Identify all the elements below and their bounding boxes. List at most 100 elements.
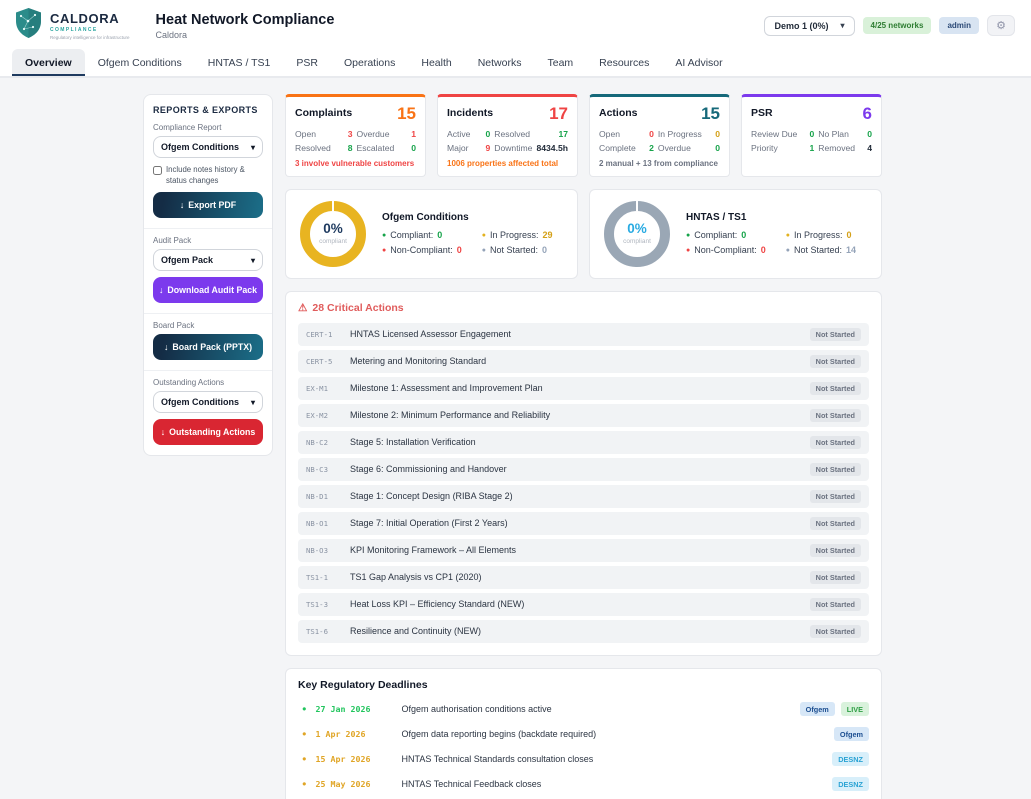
caldora-logo: CALDORA COMPLIANCE Regulatory intelligen… xyxy=(14,7,130,44)
critical-action-row: NB-O1 Stage 7: Initial Operation (First … xyxy=(298,512,869,535)
tab-operations[interactable]: Operations xyxy=(331,49,408,76)
dashboard-page: CALDORA COMPLIANCE Regulatory intelligen… xyxy=(0,0,1031,799)
outstanding-actions-label: Outstanding Actions xyxy=(153,378,263,387)
status-badge: Not Started xyxy=(810,571,861,584)
audit-pack-select-value: Ofgem Pack xyxy=(161,255,213,265)
status-badge: Not Started xyxy=(810,355,861,368)
include-notes-checkbox[interactable] xyxy=(153,166,162,175)
stat-value: 2 xyxy=(640,143,654,153)
donut-chart: 0% compliant xyxy=(300,201,366,267)
action-title: Stage 5: Installation Verification xyxy=(350,437,810,447)
regulator-badge: Ofgem xyxy=(800,702,835,716)
donut-charts-row: 0% compliant Ofgem Conditions ● Complian… xyxy=(285,189,882,279)
critical-action-row: TS1-6 Resilience and Continuity (NEW) No… xyxy=(298,620,869,643)
stat-value: 8 xyxy=(335,143,353,153)
stat-value: 1 xyxy=(801,143,814,153)
card-total: 17 xyxy=(549,105,568,122)
regulator-badge: DESNZ xyxy=(832,752,869,766)
deadline-row: ● 27 Jan 2026 Ofgem authorisation condit… xyxy=(298,697,869,722)
action-title: Metering and Monitoring Standard xyxy=(350,356,810,366)
brand-name: CALDORA xyxy=(50,12,130,25)
card-title: Actions xyxy=(599,105,638,119)
content-area: REPORTS & EXPORTS Compliance Report Ofge… xyxy=(0,78,1031,799)
outstanding-actions-button[interactable]: ↓ Outstanding Actions xyxy=(153,419,263,445)
stat-value: 9 xyxy=(474,143,490,153)
compliance-report-label: Compliance Report xyxy=(153,123,263,132)
legend-item: ● Compliant: 0 xyxy=(382,230,462,240)
status-badge: Not Started xyxy=(810,598,861,611)
donut-legend: ● Compliant: 0 ● In Progress: 0 ● xyxy=(686,230,856,255)
tab-ofgem-conditions[interactable]: Ofgem Conditions xyxy=(85,49,195,76)
main-tab-bar: Overview Ofgem Conditions HNTAS / TS1 PS… xyxy=(0,49,1031,78)
bullet-icon: ● xyxy=(482,232,486,239)
tab-hntas-ts1[interactable]: HNTAS / TS1 xyxy=(195,49,284,76)
psr-card: PSR 6 Review Due 0 No Plan 0 Priority 1 … xyxy=(741,94,882,177)
stat-label: Escalated xyxy=(357,143,395,153)
deadline-date: 1 Apr 2026 xyxy=(316,729,402,739)
action-title: KPI Monitoring Framework – All Elements xyxy=(350,545,810,555)
critical-action-row: NB-C2 Stage 5: Installation Verification… xyxy=(298,431,869,454)
tab-psr[interactable]: PSR xyxy=(283,49,331,76)
stat-label: Resolved xyxy=(295,143,331,153)
scenario-select[interactable]: Demo 1 (0%) ▾ xyxy=(764,16,854,36)
main-column: Complaints 15 Open 3 Overdue 1 Resolved … xyxy=(285,94,882,799)
audit-pack-label: Audit Pack xyxy=(153,236,263,245)
bullet-icon: ● xyxy=(686,232,690,239)
chevron-down-icon: ▾ xyxy=(251,398,255,407)
tab-networks[interactable]: Networks xyxy=(465,49,535,76)
legend-item: ● Not Started: 0 xyxy=(482,245,553,255)
scenario-select-value: Demo 1 (0%) xyxy=(774,21,828,31)
action-code: TS1-1 xyxy=(306,573,350,582)
stat-value: 0 xyxy=(801,129,814,139)
tab-resources[interactable]: Resources xyxy=(586,49,662,76)
stat-label: Complete xyxy=(599,143,636,153)
legend-item: ● Not Started: 14 xyxy=(786,245,856,255)
critical-actions-heading: 28 Critical Actions xyxy=(312,302,403,314)
networks-count-badge: 4/25 networks xyxy=(863,17,932,34)
status-badge: Not Started xyxy=(810,436,861,449)
tab-health[interactable]: Health xyxy=(408,49,464,76)
chevron-down-icon: ▾ xyxy=(251,256,255,265)
board-pack-button[interactable]: ↓ Board Pack (PPTX) xyxy=(153,334,263,360)
hntas-ts1-donut-panel: 0% compliant HNTAS / TS1 ● Compliant: 0 xyxy=(589,189,882,279)
deadline-label: HNTAS Technical Feedback closes xyxy=(402,779,827,789)
donut-legend: ● Compliant: 0 ● In Progress: 29 ● xyxy=(382,230,553,255)
tab-team[interactable]: Team xyxy=(534,49,586,76)
download-icon: ↓ xyxy=(159,285,163,295)
stat-label: Major xyxy=(447,143,470,153)
card-note: 3 involve vulnerable customers xyxy=(295,159,416,169)
tab-overview[interactable]: Overview xyxy=(12,49,85,76)
export-pdf-button[interactable]: ↓ Export PDF xyxy=(153,192,263,218)
critical-actions-panel: ⚠ 28 Critical Actions CERT-1 HNTAS Licen… xyxy=(285,291,882,656)
download-audit-pack-button[interactable]: ↓ Download Audit Pack xyxy=(153,277,263,303)
warning-icon: ⚠ xyxy=(298,302,307,314)
include-notes-label: Include notes history & status changes xyxy=(166,165,263,186)
card-total: 15 xyxy=(701,105,720,122)
legend-item: ● In Progress: 0 xyxy=(786,230,856,240)
outstanding-actions-select[interactable]: Ofgem Conditions ▾ xyxy=(153,391,263,413)
stat-value: 0 xyxy=(640,129,654,139)
card-note: 1006 properties affected total xyxy=(447,159,568,169)
action-code: CERT-1 xyxy=(306,330,350,339)
status-dot-icon: ● xyxy=(302,755,307,763)
audit-pack-select[interactable]: Ofgem Pack ▾ xyxy=(153,249,263,271)
tab-ai-advisor[interactable]: AI Advisor xyxy=(662,49,735,76)
deadline-label: Ofgem data reporting begins (backdate re… xyxy=(402,729,828,739)
deadline-date: 27 Jan 2026 xyxy=(316,704,402,714)
compliance-report-select[interactable]: Ofgem Conditions ▾ xyxy=(153,136,263,158)
divider xyxy=(144,313,272,314)
stat-label: No Plan xyxy=(818,129,855,139)
donut-percent-label: compliant xyxy=(623,238,651,245)
action-title: Stage 6: Commissioning and Handover xyxy=(350,464,810,474)
critical-action-row: EX-M1 Milestone 1: Assessment and Improv… xyxy=(298,377,869,400)
role-badge: admin xyxy=(939,17,979,34)
donut-percent: 0% xyxy=(323,222,343,236)
card-total: 6 xyxy=(863,105,872,122)
critical-action-row: NB-D1 Stage 1: Concept Design (RIBA Stag… xyxy=(298,485,869,508)
donut-percent: 0% xyxy=(627,222,647,236)
settings-button[interactable]: ⚙ xyxy=(987,15,1015,36)
legend-item: ● Non-Compliant: 0 xyxy=(382,245,462,255)
action-code: NB-C2 xyxy=(306,438,350,447)
stat-label: Overdue xyxy=(357,129,395,139)
critical-action-row: TS1-1 TS1 Gap Analysis vs CP1 (2020) Not… xyxy=(298,566,869,589)
